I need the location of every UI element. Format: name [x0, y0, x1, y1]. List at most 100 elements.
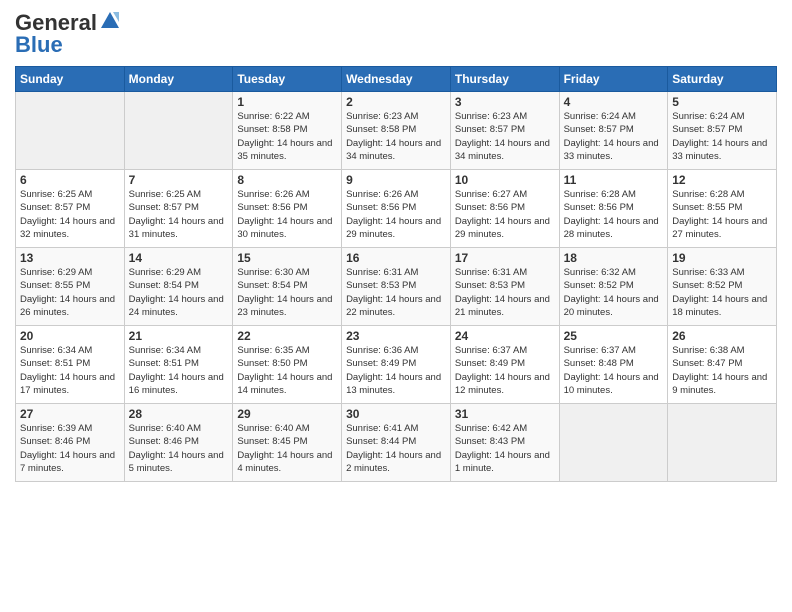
day-info: Sunrise: 6:26 AM Sunset: 8:56 PM Dayligh…: [346, 188, 446, 241]
calendar-cell: 24Sunrise: 6:37 AM Sunset: 8:49 PM Dayli…: [450, 326, 559, 404]
day-info: Sunrise: 6:29 AM Sunset: 8:55 PM Dayligh…: [20, 266, 120, 319]
day-number: 9: [346, 173, 446, 187]
day-info: Sunrise: 6:38 AM Sunset: 8:47 PM Dayligh…: [672, 344, 772, 397]
calendar-cell: [124, 92, 233, 170]
calendar-cell: 8Sunrise: 6:26 AM Sunset: 8:56 PM Daylig…: [233, 170, 342, 248]
day-number: 1: [237, 95, 337, 109]
day-number: 8: [237, 173, 337, 187]
logo: General Blue: [15, 10, 121, 58]
day-info: Sunrise: 6:39 AM Sunset: 8:46 PM Dayligh…: [20, 422, 120, 475]
calendar-cell: [16, 92, 125, 170]
day-header-tuesday: Tuesday: [233, 67, 342, 92]
calendar-cell: 19Sunrise: 6:33 AM Sunset: 8:52 PM Dayli…: [668, 248, 777, 326]
calendar-cell: 10Sunrise: 6:27 AM Sunset: 8:56 PM Dayli…: [450, 170, 559, 248]
day-info: Sunrise: 6:22 AM Sunset: 8:58 PM Dayligh…: [237, 110, 337, 163]
day-info: Sunrise: 6:31 AM Sunset: 8:53 PM Dayligh…: [455, 266, 555, 319]
calendar-cell: 31Sunrise: 6:42 AM Sunset: 8:43 PM Dayli…: [450, 404, 559, 482]
day-info: Sunrise: 6:34 AM Sunset: 8:51 PM Dayligh…: [20, 344, 120, 397]
day-number: 12: [672, 173, 772, 187]
day-info: Sunrise: 6:33 AM Sunset: 8:52 PM Dayligh…: [672, 266, 772, 319]
day-header-monday: Monday: [124, 67, 233, 92]
day-header-friday: Friday: [559, 67, 668, 92]
calendar-cell: 17Sunrise: 6:31 AM Sunset: 8:53 PM Dayli…: [450, 248, 559, 326]
day-number: 2: [346, 95, 446, 109]
day-info: Sunrise: 6:26 AM Sunset: 8:56 PM Dayligh…: [237, 188, 337, 241]
day-info: Sunrise: 6:37 AM Sunset: 8:49 PM Dayligh…: [455, 344, 555, 397]
calendar-cell: 22Sunrise: 6:35 AM Sunset: 8:50 PM Dayli…: [233, 326, 342, 404]
calendar-cell: 14Sunrise: 6:29 AM Sunset: 8:54 PM Dayli…: [124, 248, 233, 326]
calendar-cell: 18Sunrise: 6:32 AM Sunset: 8:52 PM Dayli…: [559, 248, 668, 326]
day-number: 16: [346, 251, 446, 265]
day-number: 23: [346, 329, 446, 343]
day-info: Sunrise: 6:34 AM Sunset: 8:51 PM Dayligh…: [129, 344, 229, 397]
day-info: Sunrise: 6:37 AM Sunset: 8:48 PM Dayligh…: [564, 344, 664, 397]
day-number: 7: [129, 173, 229, 187]
day-info: Sunrise: 6:25 AM Sunset: 8:57 PM Dayligh…: [129, 188, 229, 241]
calendar-cell: [668, 404, 777, 482]
day-number: 6: [20, 173, 120, 187]
day-number: 29: [237, 407, 337, 421]
day-number: 19: [672, 251, 772, 265]
calendar-table: SundayMondayTuesdayWednesdayThursdayFrid…: [15, 66, 777, 482]
calendar-cell: 26Sunrise: 6:38 AM Sunset: 8:47 PM Dayli…: [668, 326, 777, 404]
day-number: 13: [20, 251, 120, 265]
day-number: 30: [346, 407, 446, 421]
calendar-cell: 5Sunrise: 6:24 AM Sunset: 8:57 PM Daylig…: [668, 92, 777, 170]
calendar-cell: 23Sunrise: 6:36 AM Sunset: 8:49 PM Dayli…: [342, 326, 451, 404]
page-header: General Blue: [15, 10, 777, 58]
day-info: Sunrise: 6:23 AM Sunset: 8:57 PM Dayligh…: [455, 110, 555, 163]
day-number: 10: [455, 173, 555, 187]
day-header-sunday: Sunday: [16, 67, 125, 92]
logo-blue-text: Blue: [15, 32, 63, 58]
calendar-cell: [559, 404, 668, 482]
day-info: Sunrise: 6:29 AM Sunset: 8:54 PM Dayligh…: [129, 266, 229, 319]
day-info: Sunrise: 6:25 AM Sunset: 8:57 PM Dayligh…: [20, 188, 120, 241]
calendar-cell: 27Sunrise: 6:39 AM Sunset: 8:46 PM Dayli…: [16, 404, 125, 482]
calendar-cell: 2Sunrise: 6:23 AM Sunset: 8:58 PM Daylig…: [342, 92, 451, 170]
day-info: Sunrise: 6:40 AM Sunset: 8:46 PM Dayligh…: [129, 422, 229, 475]
calendar-cell: 28Sunrise: 6:40 AM Sunset: 8:46 PM Dayli…: [124, 404, 233, 482]
calendar-cell: 20Sunrise: 6:34 AM Sunset: 8:51 PM Dayli…: [16, 326, 125, 404]
day-number: 26: [672, 329, 772, 343]
day-number: 28: [129, 407, 229, 421]
calendar-cell: 21Sunrise: 6:34 AM Sunset: 8:51 PM Dayli…: [124, 326, 233, 404]
day-number: 21: [129, 329, 229, 343]
calendar-cell: 1Sunrise: 6:22 AM Sunset: 8:58 PM Daylig…: [233, 92, 342, 170]
day-header-wednesday: Wednesday: [342, 67, 451, 92]
calendar-cell: 12Sunrise: 6:28 AM Sunset: 8:55 PM Dayli…: [668, 170, 777, 248]
day-info: Sunrise: 6:35 AM Sunset: 8:50 PM Dayligh…: [237, 344, 337, 397]
day-number: 15: [237, 251, 337, 265]
calendar-cell: 30Sunrise: 6:41 AM Sunset: 8:44 PM Dayli…: [342, 404, 451, 482]
calendar-cell: 6Sunrise: 6:25 AM Sunset: 8:57 PM Daylig…: [16, 170, 125, 248]
calendar-cell: 9Sunrise: 6:26 AM Sunset: 8:56 PM Daylig…: [342, 170, 451, 248]
day-info: Sunrise: 6:36 AM Sunset: 8:49 PM Dayligh…: [346, 344, 446, 397]
day-info: Sunrise: 6:41 AM Sunset: 8:44 PM Dayligh…: [346, 422, 446, 475]
day-number: 24: [455, 329, 555, 343]
day-number: 14: [129, 251, 229, 265]
day-info: Sunrise: 6:42 AM Sunset: 8:43 PM Dayligh…: [455, 422, 555, 475]
calendar-week-row: 6Sunrise: 6:25 AM Sunset: 8:57 PM Daylig…: [16, 170, 777, 248]
day-number: 11: [564, 173, 664, 187]
day-info: Sunrise: 6:31 AM Sunset: 8:53 PM Dayligh…: [346, 266, 446, 319]
calendar-cell: 13Sunrise: 6:29 AM Sunset: 8:55 PM Dayli…: [16, 248, 125, 326]
calendar-cell: 16Sunrise: 6:31 AM Sunset: 8:53 PM Dayli…: [342, 248, 451, 326]
day-info: Sunrise: 6:24 AM Sunset: 8:57 PM Dayligh…: [672, 110, 772, 163]
calendar-cell: 25Sunrise: 6:37 AM Sunset: 8:48 PM Dayli…: [559, 326, 668, 404]
logo-icon: [99, 10, 121, 32]
calendar-cell: 7Sunrise: 6:25 AM Sunset: 8:57 PM Daylig…: [124, 170, 233, 248]
day-number: 4: [564, 95, 664, 109]
day-number: 27: [20, 407, 120, 421]
calendar-week-row: 13Sunrise: 6:29 AM Sunset: 8:55 PM Dayli…: [16, 248, 777, 326]
day-info: Sunrise: 6:30 AM Sunset: 8:54 PM Dayligh…: [237, 266, 337, 319]
calendar-week-row: 20Sunrise: 6:34 AM Sunset: 8:51 PM Dayli…: [16, 326, 777, 404]
day-number: 22: [237, 329, 337, 343]
day-header-saturday: Saturday: [668, 67, 777, 92]
day-info: Sunrise: 6:24 AM Sunset: 8:57 PM Dayligh…: [564, 110, 664, 163]
day-info: Sunrise: 6:40 AM Sunset: 8:45 PM Dayligh…: [237, 422, 337, 475]
day-number: 25: [564, 329, 664, 343]
calendar-week-row: 27Sunrise: 6:39 AM Sunset: 8:46 PM Dayli…: [16, 404, 777, 482]
day-number: 20: [20, 329, 120, 343]
day-info: Sunrise: 6:32 AM Sunset: 8:52 PM Dayligh…: [564, 266, 664, 319]
day-number: 17: [455, 251, 555, 265]
calendar-cell: 11Sunrise: 6:28 AM Sunset: 8:56 PM Dayli…: [559, 170, 668, 248]
